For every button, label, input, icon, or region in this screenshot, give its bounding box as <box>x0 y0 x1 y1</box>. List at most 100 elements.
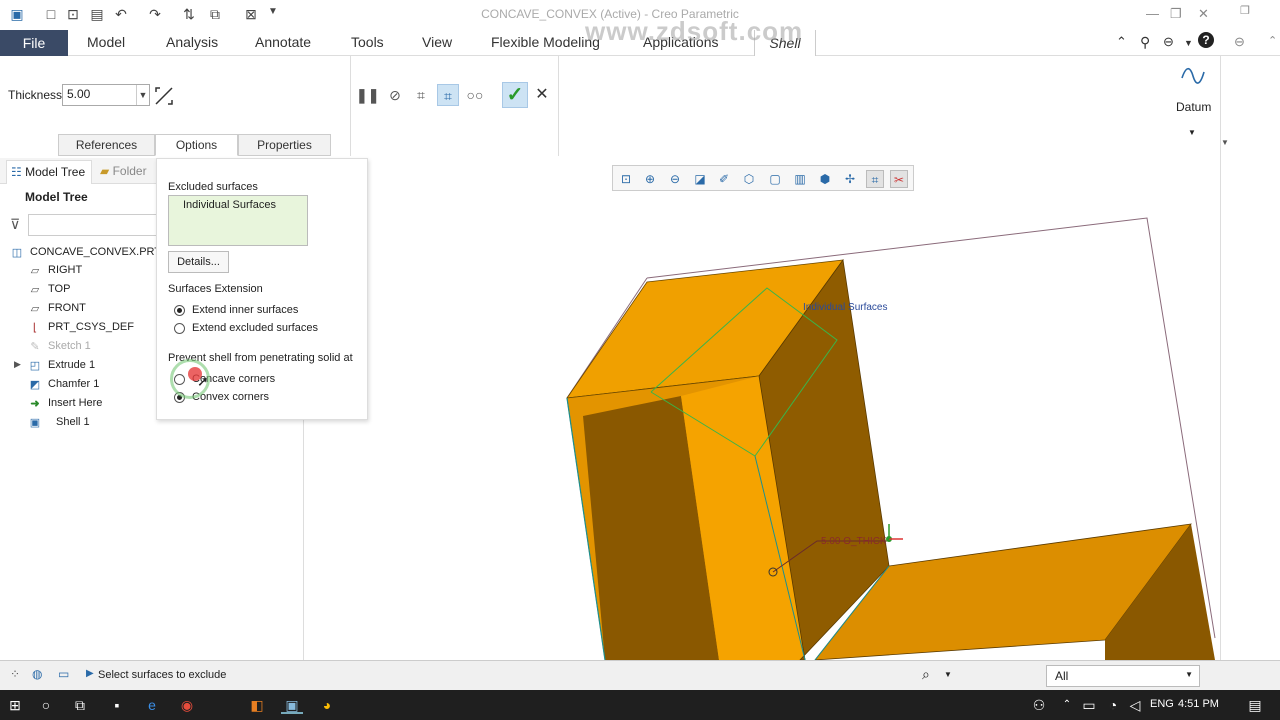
refit-icon[interactable]: ⊡ <box>617 170 635 188</box>
tab-model-tree[interactable]: ☷ Model Tree <box>6 160 92 184</box>
cancel-button[interactable]: ✕ <box>534 84 550 106</box>
thickness-dimension[interactable]: 5.00 O_THICK <box>821 536 887 547</box>
flip-direction-icon[interactable] <box>154 86 174 106</box>
spin-center-icon[interactable]: ✂ <box>890 170 908 188</box>
tree-item-extrude[interactable]: Extrude 1 <box>48 359 95 371</box>
network-icon[interactable]: ▭ <box>1078 696 1100 714</box>
tab-flexible-modeling[interactable]: Flexible Modeling <box>491 34 600 50</box>
divider <box>350 56 351 156</box>
subtab-options[interactable]: Options <box>155 134 238 156</box>
subtab-references[interactable]: References <box>58 134 155 156</box>
pin-icon[interactable]: ⌃ <box>1116 34 1127 50</box>
datum-plane-icon: ▱ <box>30 284 40 296</box>
edge-icon[interactable]: e <box>141 696 163 714</box>
selection-filter[interactable]: All ▼ <box>1046 665 1200 687</box>
creo-taskbar-icon[interactable]: ▣ <box>281 696 303 714</box>
zoom-out-icon[interactable]: ⊖ <box>666 170 684 188</box>
tree-filter-input[interactable] <box>28 214 168 236</box>
filter-icon[interactable]: ⊽ <box>10 216 20 233</box>
full-screen-icon[interactable]: ▭ <box>58 667 69 681</box>
tab-folder[interactable]: ▰ Folder <box>96 160 156 184</box>
close-icon[interactable]: ✕ <box>1198 6 1209 22</box>
subtab-properties[interactable]: Properties <box>238 134 331 156</box>
store-icon[interactable]: ▪ <box>106 696 128 714</box>
display-style-icon[interactable]: ▢ <box>766 170 784 188</box>
tray-chevron-icon[interactable]: ⌃ <box>1056 696 1078 714</box>
chrome-icon[interactable]: ◕ <box>316 696 338 714</box>
tree-item-csys[interactable]: PRT_CSYS_DEF <box>48 321 134 333</box>
details-button[interactable]: Details... <box>168 251 229 273</box>
settings-icon[interactable]: ⊖ <box>1234 34 1245 50</box>
community-icon[interactable]: ⊖ <box>1163 34 1174 50</box>
expand-icon[interactable]: ⌃ <box>1268 34 1277 47</box>
maximize-icon[interactable]: ❐ <box>1170 6 1182 22</box>
excluded-surfaces-collector[interactable]: Individual Surfaces <box>168 195 308 246</box>
wifi-icon[interactable]: ◔ <box>1102 696 1124 714</box>
excluded-surface-item[interactable]: Individual Surfaces <box>183 199 276 211</box>
excluded-surfaces-title: Excluded surfaces <box>168 181 258 193</box>
surface-annotation: Individual Surfaces <box>803 302 888 313</box>
repaint-icon[interactable]: ◪ <box>691 170 709 188</box>
tab-annotate[interactable]: Annotate <box>255 34 311 50</box>
tab-analysis[interactable]: Analysis <box>166 34 218 50</box>
tab-tools[interactable]: Tools <box>351 34 384 50</box>
perspective-icon[interactable]: ▥ <box>791 170 809 188</box>
shell-icon: ▣ <box>29 417 41 429</box>
verify-icon[interactable]: ⌗ <box>437 84 459 106</box>
tab-folder-label: Folder <box>112 164 147 178</box>
thickness-dropdown-icon[interactable]: ▼ <box>136 85 149 105</box>
reorient-icon[interactable]: ✐ <box>715 170 733 188</box>
restore-icon[interactable]: ❐ <box>1240 4 1250 17</box>
tree-item-shell[interactable]: Shell 1 <box>56 416 90 428</box>
ok-button[interactable]: ✓ <box>502 82 528 108</box>
glasses-icon[interactable]: ○○ <box>464 84 486 106</box>
language-indicator[interactable]: ENG <box>1150 698 1174 710</box>
annotation-display-icon[interactable]: ⌗ <box>866 170 884 188</box>
extrude-icon: ◰ <box>29 360 41 372</box>
saved-views-icon[interactable]: ⬡ <box>740 170 758 188</box>
find-icon[interactable]: ⌕ <box>922 666 930 683</box>
browser-app-icon[interactable]: ◉ <box>176 696 198 714</box>
tab-model[interactable]: Model <box>87 34 125 50</box>
minimize-icon[interactable]: — <box>1146 6 1159 21</box>
search-icon[interactable]: ○ <box>35 696 57 714</box>
tab-file[interactable]: File <box>0 30 68 56</box>
preview-icon[interactable]: ⌗ <box>410 84 432 106</box>
tree-item-chamfer[interactable]: Chamfer 1 <box>48 378 99 390</box>
notifications-icon[interactable]: ▤ <box>1244 696 1266 714</box>
tree-item-right[interactable]: RIGHT <box>48 264 82 276</box>
chevron-down-icon[interactable]: ▼ <box>944 670 952 679</box>
no-preview-icon[interactable]: ⊘ <box>384 84 406 106</box>
datum-icon <box>1181 67 1205 84</box>
datum-display-icon[interactable]: ✢ <box>841 170 859 188</box>
clock[interactable]: 4:51 PM <box>1178 698 1219 710</box>
tree-item-top[interactable]: TOP <box>48 283 70 295</box>
tree-item-sketch[interactable]: Sketch 1 <box>48 340 91 352</box>
cursor-icon: ➚ <box>197 373 209 389</box>
zoom-in-icon[interactable]: ⊕ <box>641 170 659 188</box>
browser-icon[interactable]: ◍ <box>32 667 42 681</box>
tree-item-part[interactable]: CONCAVE_CONVEX.PRT <box>30 246 161 258</box>
grid-icon[interactable]: ⁘ <box>10 667 20 681</box>
extend-inner-radio[interactable] <box>174 305 185 316</box>
thickness-label: Thickness <box>8 88 63 102</box>
expand-arrow-icon[interactable]: ▶ <box>14 359 21 370</box>
app-icon[interactable]: ◧ <box>246 696 268 714</box>
pause-icon[interactable]: ❚❚ <box>356 84 379 106</box>
tree-item-insert-here[interactable]: Insert Here <box>48 397 102 409</box>
graphics-window[interactable]: Individual Surfaces 5.00 O_THICK ⊡ ⊕ ⊖ ◪… <box>305 158 1220 660</box>
section-icon[interactable]: ⬢ <box>816 170 834 188</box>
tree-item-front[interactable]: FRONT <box>48 302 86 314</box>
tab-view[interactable]: View <box>422 34 452 50</box>
task-view-icon[interactable]: ⧉ <box>69 696 91 714</box>
chevron-down-icon[interactable]: ▼ <box>1221 138 1229 147</box>
datum-group[interactable]: Datum ▼ <box>1170 56 1220 156</box>
help-icon[interactable]: ? <box>1198 32 1214 48</box>
search-icon[interactable]: ⚲ <box>1140 34 1150 51</box>
watermark: www.zdsoft.com <box>585 16 804 46</box>
people-icon[interactable]: ⚇ <box>1028 696 1050 714</box>
start-icon[interactable]: ⊞ <box>4 696 26 714</box>
chevron-down-icon[interactable]: ▼ <box>1184 38 1193 48</box>
extend-excluded-radio[interactable] <box>174 323 185 334</box>
volume-icon[interactable]: ◁ <box>1124 696 1146 714</box>
